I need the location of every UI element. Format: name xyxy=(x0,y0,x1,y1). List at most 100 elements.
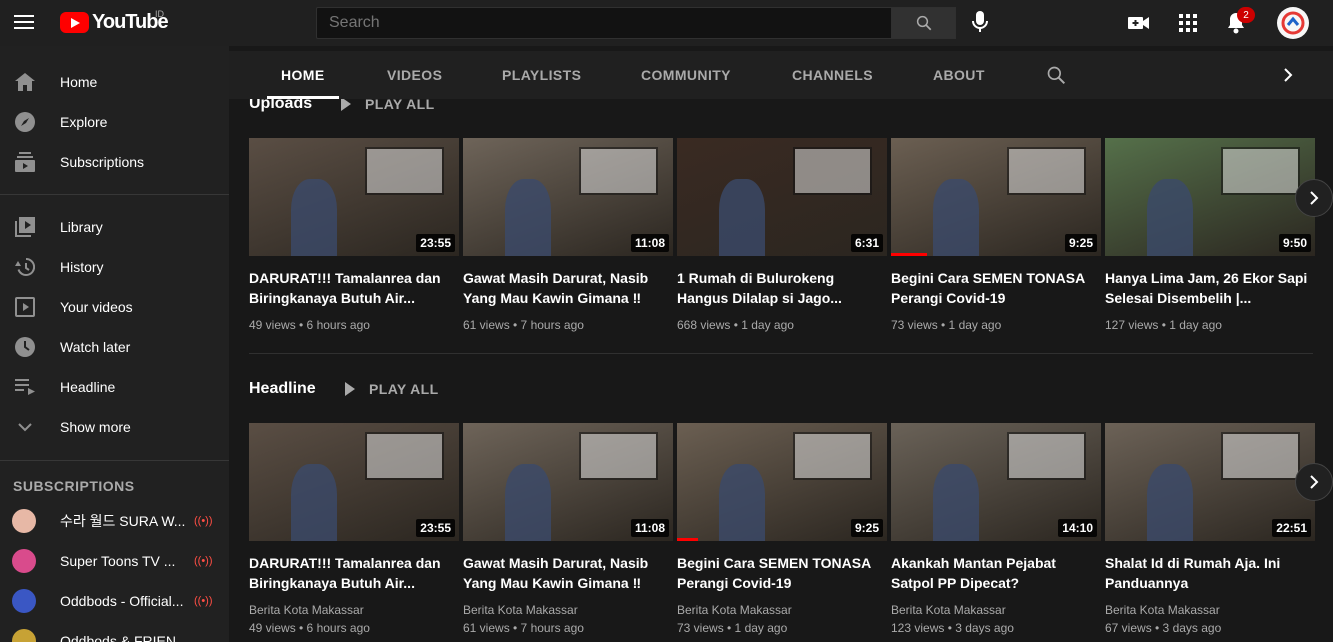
thumbnail-person xyxy=(719,179,766,256)
shelf-title[interactable]: Uploads xyxy=(249,99,312,113)
video-title[interactable]: DARURAT!!! Tamalanrea dan Biringkanaya B… xyxy=(249,268,459,308)
video-thumbnail[interactable]: 14:10 xyxy=(891,423,1101,541)
sidebar-item-label: Watch later xyxy=(60,339,131,355)
subscription-item[interactable]: Super Toons TV ... ((•)) xyxy=(0,541,229,581)
your-videos-icon xyxy=(14,296,36,318)
video-card[interactable]: 14:10 Akankah Mantan Pejabat Satpol PP Di… xyxy=(891,423,1101,637)
play-all-button[interactable]: PLAY ALL xyxy=(345,381,439,397)
apps-grid-icon xyxy=(1179,14,1197,32)
video-channel-name[interactable]: Berita Kota Makassar xyxy=(1105,601,1315,619)
channel-avatar xyxy=(12,549,36,573)
video-channel-name[interactable]: Berita Kota Makassar xyxy=(677,601,887,619)
tab-community[interactable]: COMMUNITY xyxy=(641,51,731,99)
microphone-icon xyxy=(972,11,988,32)
video-stats: 127 views • 1 day ago xyxy=(1105,318,1222,332)
video-thumbnail[interactable]: 23:55 xyxy=(249,138,459,256)
sidebar-item-label: Your videos xyxy=(60,299,133,315)
watch-progress-bar xyxy=(677,538,698,541)
library-icon xyxy=(14,216,36,238)
search-input[interactable] xyxy=(316,7,892,39)
video-card[interactable]: 9:50 Hanya Lima Jam, 26 Ekor Sapi Selesai… xyxy=(1105,138,1315,334)
tab-channels[interactable]: CHANNELS xyxy=(792,51,873,99)
sidebar-item-headline[interactable]: Headline xyxy=(0,367,229,407)
video-card[interactable]: 9:25 Begini Cara SEMEN TONASA Perangi Cov… xyxy=(677,423,887,637)
video-duration: 22:51 xyxy=(1272,519,1311,537)
youtube-logo[interactable]: YouTube ID xyxy=(60,9,169,34)
video-duration: 11:08 xyxy=(630,519,669,537)
sidebar-item-show-more[interactable]: Show more xyxy=(0,407,229,447)
video-card[interactable]: 6:31 1 Rumah di Bulurokeng Hangus Dilalap… xyxy=(677,138,887,334)
shelf-next-button[interactable] xyxy=(1295,463,1333,501)
video-thumbnail[interactable]: 9:25 xyxy=(677,423,887,541)
sidebar-item-watch-later[interactable]: Watch later xyxy=(0,327,229,367)
video-meta: 668 views • 1 day ago xyxy=(677,316,887,334)
video-card[interactable]: 22:51 Shalat Id di Rumah Aja. Ini Panduan… xyxy=(1105,423,1315,637)
video-channel-name[interactable]: Berita Kota Makassar xyxy=(891,601,1101,619)
video-duration: 6:31 xyxy=(850,234,883,252)
play-icon xyxy=(341,99,351,111)
video-thumbnail[interactable]: 6:31 xyxy=(677,138,887,256)
history-icon xyxy=(14,256,36,278)
subscriptions-heading: SUBSCRIPTIONS xyxy=(13,478,135,494)
thumbnail-person xyxy=(719,464,766,541)
video-card[interactable]: 11:08 Gawat Masih Darurat, Nasib Yang Mau… xyxy=(463,138,673,334)
thumbnail-screen xyxy=(1220,147,1301,195)
sidebar-item-home[interactable]: Home xyxy=(0,62,229,102)
tabs-scroll-right-button[interactable] xyxy=(1283,51,1293,99)
video-card[interactable]: 9:25 Begini Cara SEMEN TONASA Perangi Cov… xyxy=(891,138,1101,334)
shelf-next-button[interactable] xyxy=(1295,179,1333,217)
video-title[interactable]: Gawat Masih Darurat, Nasib Yang Mau Kawi… xyxy=(463,553,673,593)
tab-playlists[interactable]: PLAYLISTS xyxy=(502,51,581,99)
apps-button[interactable] xyxy=(1176,11,1200,35)
thumbnail-screen xyxy=(1006,147,1087,195)
video-thumbnail[interactable]: 9:50 xyxy=(1105,138,1315,256)
video-card[interactable]: 11:08 Gawat Masih Darurat, Nasib Yang Mau… xyxy=(463,423,673,637)
voice-search-button[interactable] xyxy=(968,10,992,36)
shelf-title[interactable]: Headline xyxy=(249,380,316,398)
sidebar-item-label: Library xyxy=(60,219,103,235)
video-title[interactable]: Hanya Lima Jam, 26 Ekor Sapi Selesai Dis… xyxy=(1105,268,1315,308)
video-duration: 23:55 xyxy=(416,234,455,252)
search-button[interactable] xyxy=(891,7,956,39)
video-title[interactable]: 1 Rumah di Bulurokeng Hangus Dilalap si … xyxy=(677,268,887,308)
video-title[interactable]: DARURAT!!! Tamalanrea dan Biringkanaya B… xyxy=(249,553,459,593)
account-avatar[interactable] xyxy=(1277,7,1309,39)
video-stats: 49 views • 6 hours ago xyxy=(249,621,370,635)
create-video-button[interactable] xyxy=(1127,11,1151,35)
subscription-item[interactable]: Oddbods & FRIEN... xyxy=(0,621,229,642)
youtube-play-icon xyxy=(60,12,89,33)
sidebar-item-library[interactable]: Library xyxy=(0,207,229,247)
subscription-item[interactable]: Oddbods - Official... ((•)) xyxy=(0,581,229,621)
sidebar-item-history[interactable]: History xyxy=(0,247,229,287)
menu-icon[interactable] xyxy=(14,11,36,33)
video-title[interactable]: Akankah Mantan Pejabat Satpol PP Dipecat… xyxy=(891,553,1101,593)
search-icon xyxy=(916,15,931,31)
video-title[interactable]: Shalat Id di Rumah Aja. Ini Panduannya xyxy=(1105,553,1315,593)
video-meta: 49 views • 6 hours ago xyxy=(249,316,459,334)
video-card[interactable]: 23:55 DARURAT!!! Tamalanrea dan Biringkan… xyxy=(249,138,459,334)
subscription-name: Super Toons TV ... xyxy=(60,553,176,569)
play-all-button[interactable]: PLAY ALL xyxy=(341,99,435,112)
video-card[interactable]: 23:55 DARURAT!!! Tamalanrea dan Biringkan… xyxy=(249,423,459,637)
sidebar-item-your-videos[interactable]: Your videos xyxy=(0,287,229,327)
video-title[interactable]: Gawat Masih Darurat, Nasib Yang Mau Kawi… xyxy=(463,268,673,308)
video-title[interactable]: Begini Cara SEMEN TONASA Perangi Covid-1… xyxy=(677,553,887,593)
chevron-right-icon xyxy=(1284,68,1293,82)
video-channel-name[interactable]: Berita Kota Makassar xyxy=(249,601,459,619)
sidebar-item-subscriptions[interactable]: Subscriptions xyxy=(0,142,229,182)
tab-home[interactable]: HOME xyxy=(267,51,339,99)
video-thumbnail[interactable]: 23:55 xyxy=(249,423,459,541)
tab-search[interactable] xyxy=(1046,51,1066,99)
video-duration: 9:25 xyxy=(1064,234,1097,252)
video-thumbnail[interactable]: 11:08 xyxy=(463,138,673,256)
video-channel-name[interactable]: Berita Kota Makassar xyxy=(463,601,673,619)
tab-about[interactable]: ABOUT xyxy=(933,51,985,99)
video-title[interactable]: Begini Cara SEMEN TONASA Perangi Covid-1… xyxy=(891,268,1101,308)
video-thumbnail[interactable]: 22:51 xyxy=(1105,423,1315,541)
sidebar-item-explore[interactable]: Explore xyxy=(0,102,229,142)
video-thumbnail[interactable]: 11:08 xyxy=(463,423,673,541)
play-all-label: PLAY ALL xyxy=(365,99,435,112)
tab-videos[interactable]: VIDEOS xyxy=(387,51,442,99)
video-thumbnail[interactable]: 9:25 xyxy=(891,138,1101,256)
subscription-item[interactable]: 수라 월드 SURA W... ((•)) xyxy=(0,501,229,541)
